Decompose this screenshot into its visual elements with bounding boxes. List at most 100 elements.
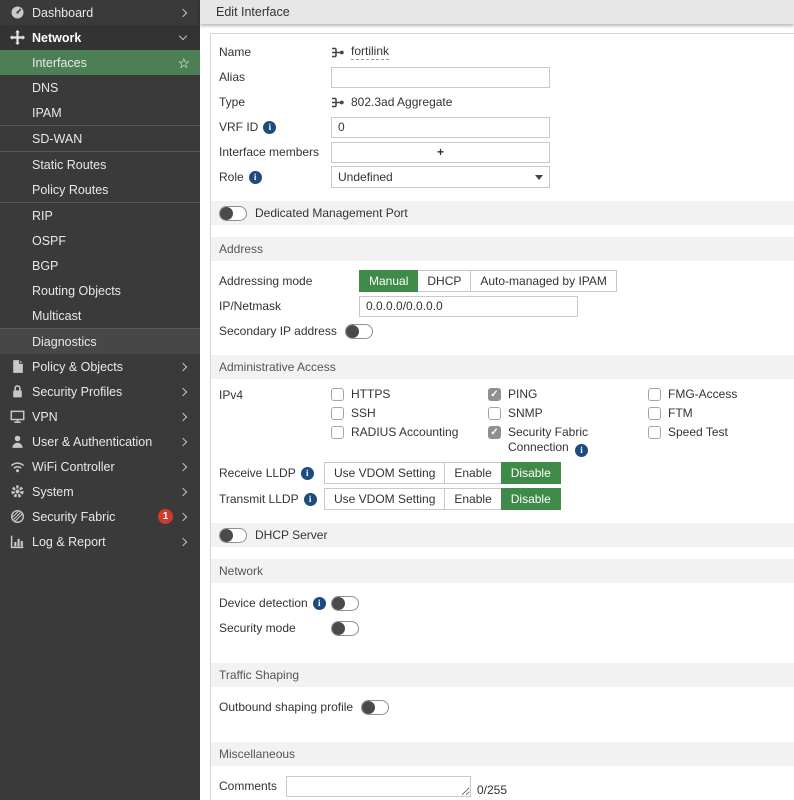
ipv4-option-ping[interactable]: PING	[488, 387, 648, 402]
ipv4-option-fmg-access[interactable]: FMG-Access	[648, 387, 737, 402]
receive-lldp-label-text: Receive LLDP	[219, 466, 296, 480]
sidebar-item-static-routes[interactable]: Static Routes	[0, 152, 200, 177]
sidebar-item-label: BGP	[32, 259, 58, 273]
info-icon: i	[575, 444, 588, 457]
dedicated-mgmt-port-label: Dedicated Management Port	[255, 206, 408, 220]
sidebar-item-label: Log & Report	[32, 535, 106, 549]
comments-textarea[interactable]	[286, 776, 471, 797]
secondary-ip-toggle[interactable]	[345, 324, 373, 339]
secondary-ip-row: Secondary IP address	[219, 319, 794, 343]
addressing-mode-manual-button[interactable]: Manual	[359, 270, 418, 292]
checkbox-unchecked-icon[interactable]	[331, 426, 344, 439]
type-row: Type 802.3ad Aggregate	[219, 90, 794, 114]
sidebar-item-dashboard[interactable]: Dashboard	[0, 0, 200, 25]
sidebar-item-label: VPN	[32, 410, 58, 424]
receive-lldp-use-vdom-setting-button[interactable]: Use VDOM Setting	[324, 462, 445, 484]
add-interface-member-button[interactable]: +	[331, 142, 550, 163]
checkbox-unchecked-icon[interactable]	[331, 407, 344, 420]
ipv4-option-snmp[interactable]: SNMP	[488, 406, 648, 421]
transmit-lldp-row: Transmit LLDP i Use VDOM SettingEnableDi…	[219, 487, 794, 511]
sidebar-item-label: Dashboard	[32, 6, 93, 20]
sidebar-item-log-report[interactable]: Log & Report	[0, 529, 200, 554]
device-detection-label-text: Device detection	[219, 596, 308, 610]
main-content: Edit Interface Name fortilink Alias Type…	[200, 0, 794, 800]
chevron-right-icon	[179, 512, 187, 520]
transmit-lldp-label: Transmit LLDP i	[219, 492, 324, 506]
sidebar-item-routing-objects[interactable]: Routing Objects	[0, 278, 200, 303]
sidebar-item-label: Policy Routes	[32, 183, 108, 197]
sidebar-item-label: DNS	[32, 81, 58, 95]
outbound-shaping-toggle[interactable]	[361, 700, 389, 715]
sidebar-item-bgp[interactable]: BGP	[0, 253, 200, 278]
chevron-right-icon	[179, 537, 187, 545]
ipv4-option-https[interactable]: HTTPS	[331, 387, 488, 402]
checkbox-unchecked-icon[interactable]	[648, 388, 661, 401]
sidebar-item-ipam[interactable]: IPAM	[0, 100, 200, 125]
receive-lldp-enable-button[interactable]: Enable	[444, 462, 501, 484]
dedicated-mgmt-port-bar: Dedicated Management Port	[211, 201, 794, 225]
role-label: Role i	[219, 170, 331, 184]
security-mode-toggle[interactable]	[331, 621, 359, 636]
checkbox-label: SNMP	[508, 406, 543, 421]
receive-lldp-disable-button[interactable]: Disable	[501, 462, 561, 484]
sidebar-item-wifi-controller[interactable]: WiFi Controller	[0, 454, 200, 479]
device-detection-label: Device detection i	[219, 596, 331, 610]
ipv4-option-ssh[interactable]: SSH	[331, 406, 488, 421]
checkbox-checked-icon[interactable]	[488, 388, 501, 401]
addressing-mode-dhcp-button[interactable]: DHCP	[417, 270, 471, 292]
ipv4-option-radius-accounting[interactable]: RADIUS Accounting	[331, 425, 488, 440]
ipv4-option-security-fabric-connection[interactable]: Security Fabric Connection i	[488, 425, 648, 457]
dedicated-mgmt-port-toggle[interactable]	[219, 206, 247, 221]
sidebar-item-label: WiFi Controller	[32, 460, 115, 474]
vrf-id-input[interactable]	[331, 117, 550, 138]
outbound-shaping-row: Outbound shaping profile	[219, 695, 794, 719]
checkbox-unchecked-icon[interactable]	[648, 426, 661, 439]
checkbox-label: SSH	[351, 406, 376, 421]
sidebar-item-user-authentication[interactable]: User & Authentication	[0, 429, 200, 454]
comments-label: Comments	[219, 779, 286, 793]
transmit-lldp-disable-button[interactable]: Disable	[501, 488, 561, 510]
sidebar-item-security-profiles[interactable]: Security Profiles	[0, 379, 200, 404]
checkbox-unchecked-icon[interactable]	[331, 388, 344, 401]
page-title: Edit Interface	[200, 0, 794, 24]
chevron-right-icon	[179, 8, 187, 16]
dhcp-server-toggle[interactable]	[219, 528, 247, 543]
addressing-mode-auto-managed-by-ipam-button[interactable]: Auto-managed by IPAM	[470, 270, 617, 292]
sidebar-item-ospf[interactable]: OSPF	[0, 228, 200, 253]
sidebar-item-label: Security Profiles	[32, 385, 122, 399]
role-select[interactable]: Undefined	[331, 166, 550, 188]
ip-netmask-input[interactable]	[359, 296, 578, 317]
sidebar-item-policy-objects[interactable]: Policy & Objects	[0, 354, 200, 379]
role-label-text: Role	[219, 170, 244, 184]
vrf-label-text: VRF ID	[219, 120, 258, 134]
chevron-right-icon	[179, 437, 187, 445]
notification-badge: 1	[158, 509, 173, 524]
sidebar-item-dns[interactable]: DNS	[0, 75, 200, 100]
ipv4-option-speed-test[interactable]: Speed Test	[648, 425, 737, 440]
sidebar-item-security-fabric[interactable]: Security Fabric1	[0, 504, 200, 529]
ipv4-checkbox-grid: HTTPSPINGFMG-Access SSH SNMP FTM RADIUS Acco…	[331, 387, 737, 457]
sidebar-item-sd-wan[interactable]: SD-WAN	[0, 126, 200, 151]
favorite-star-icon[interactable]: ☆	[177, 56, 190, 70]
sidebar-item-policy-routes[interactable]: Policy Routes	[0, 177, 200, 202]
sidebar-item-rip[interactable]: RIP	[0, 203, 200, 228]
sidebar-item-diagnostics[interactable]: Diagnostics	[0, 329, 200, 354]
device-detection-toggle[interactable]	[331, 596, 359, 611]
checkbox-checked-icon[interactable]	[488, 426, 501, 439]
sidebar-item-vpn[interactable]: VPN	[0, 404, 200, 429]
transmit-lldp-use-vdom-setting-button[interactable]: Use VDOM Setting	[324, 488, 445, 510]
alias-input[interactable]	[331, 67, 550, 88]
checkbox-unchecked-icon[interactable]	[648, 407, 661, 420]
checkbox-unchecked-icon[interactable]	[488, 407, 501, 420]
ipv4-option-ftm[interactable]: FTM	[648, 406, 737, 421]
receive-lldp-label: Receive LLDP i	[219, 466, 324, 480]
sidebar-item-system[interactable]: System	[0, 479, 200, 504]
sidebar-item-label: Multicast	[32, 309, 81, 323]
alias-row: Alias	[219, 65, 794, 89]
sidebar-item-multicast[interactable]: Multicast	[0, 303, 200, 328]
sidebar-item-interfaces[interactable]: Interfaces☆	[0, 50, 200, 75]
sidebar-item-network[interactable]: Network	[0, 25, 200, 50]
info-icon: i	[263, 121, 276, 134]
transmit-lldp-enable-button[interactable]: Enable	[444, 488, 501, 510]
section-header-traffic-shaping: Traffic Shaping	[211, 663, 794, 687]
